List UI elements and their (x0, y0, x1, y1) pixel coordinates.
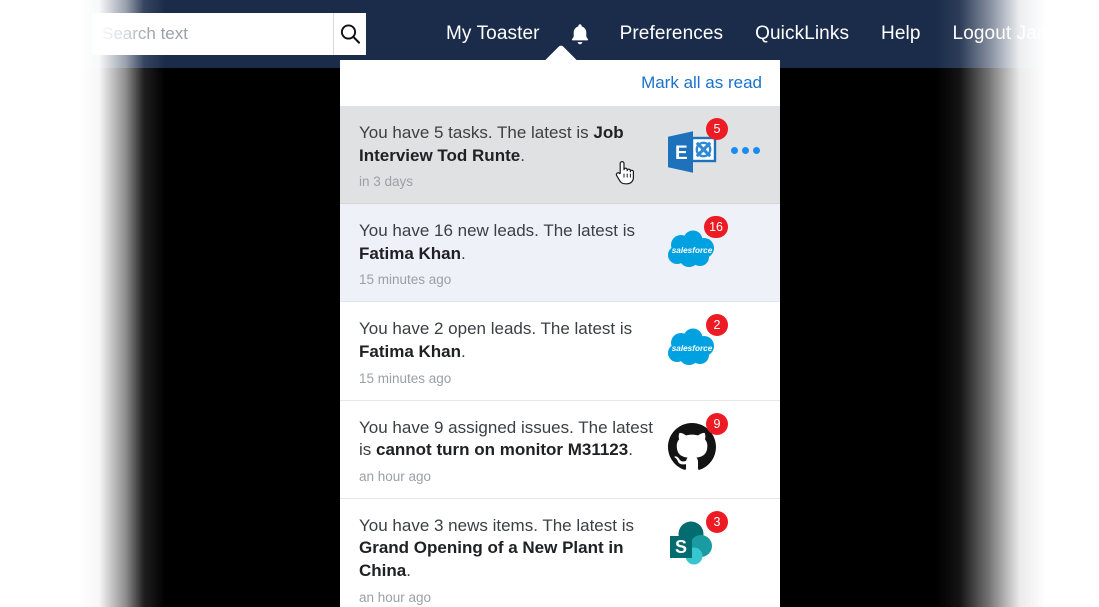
notification-timestamp: an hour ago (359, 468, 432, 484)
nav-quicklinks[interactable]: QuickLinks (739, 0, 865, 68)
notification-item[interactable]: You have 9 assigned issues. The latest i… (340, 400, 780, 499)
notification-timestamp: in 3 days (359, 174, 414, 190)
dot-icon (742, 147, 749, 154)
notification-item[interactable]: You have 5 tasks. The latest is Job Inte… (340, 106, 780, 205)
search-input[interactable] (92, 13, 333, 55)
notification-lead: You have 5 tasks. The latest is (359, 123, 594, 142)
notification-trail: . (461, 342, 466, 362)
notification-message: You have 3 news items. The latest is Gra… (359, 515, 654, 583)
notification-text: You have 2 open leads. The latest is Fat… (359, 318, 664, 385)
dot-icon (731, 147, 738, 154)
notification-text: You have 5 tasks. The latest is Job Inte… (359, 122, 664, 189)
notification-meta: salesforce 2 (664, 314, 762, 376)
search-icon (340, 24, 361, 44)
notification-text: You have 16 new leads. The latest is Fat… (359, 220, 664, 287)
top-navigation-bar: My Toaster Preferences QuickLinks Help L… (0, 0, 1099, 68)
notification-meta: S 3 (664, 510, 762, 573)
notification-meta: salesforce 16 (664, 216, 762, 278)
notification-subject: Fatima Khan (359, 342, 462, 362)
notification-item[interactable]: You have 3 news items. The latest is Gra… (340, 498, 780, 607)
app-icon-container: E 5 (664, 118, 728, 180)
search-button[interactable] (333, 13, 366, 55)
app-icon-container: 9 (664, 412, 728, 475)
right-edge-fade (859, 0, 1099, 607)
app-icon-container: S 3 (664, 510, 728, 573)
notification-count-badge: 2 (706, 314, 728, 337)
notification-count-badge: 9 (706, 412, 728, 435)
screen: My Toaster Preferences QuickLinks Help L… (0, 0, 1099, 607)
notifications-dropdown-panel: Mark all as read You have 5 tasks. The l… (340, 60, 780, 607)
nav-my-toaster[interactable]: My Toaster (430, 0, 556, 68)
notification-text: You have 3 news items. The latest is Gra… (359, 515, 664, 605)
notification-timestamp: 15 minutes ago (359, 272, 452, 288)
notification-meta: E 5 (664, 118, 762, 180)
notification-lead: You have 3 news items. The latest is (359, 515, 634, 535)
notification-trail: . (406, 561, 411, 581)
svg-text:S: S (675, 537, 687, 557)
notification-item[interactable]: You have 16 new leads. The latest is Fat… (340, 204, 780, 303)
notification-trail: . (520, 145, 525, 165)
notification-timestamp: 15 minutes ago (359, 370, 452, 386)
svg-text:salesforce: salesforce (672, 344, 713, 353)
notification-timestamp: an hour ago (359, 589, 432, 605)
app-icon-container: salesforce 16 (664, 216, 728, 278)
nav-preferences[interactable]: Preferences (604, 0, 740, 68)
notification-item[interactable]: You have 2 open leads. The latest is Fat… (340, 302, 780, 401)
notification-message: You have 2 open leads. The latest is Fat… (359, 318, 654, 363)
notification-message: You have 9 assigned issues. The latest i… (359, 417, 654, 462)
svg-text:E: E (675, 143, 688, 164)
notification-message: You have 5 tasks. The latest is Job Inte… (359, 122, 654, 167)
mark-all-as-read-link[interactable]: Mark all as read (641, 73, 762, 93)
notification-count-badge: 3 (706, 510, 728, 533)
notification-message: You have 16 new leads. The latest is Fat… (359, 220, 654, 265)
nav-links: My Toaster Preferences QuickLinks Help L… (430, 0, 1099, 68)
bell-icon (571, 24, 588, 45)
notification-subject: cannot turn on monitor M31123 (376, 440, 629, 460)
notification-meta: 9 (664, 412, 762, 475)
notifications-bell-button[interactable] (556, 0, 604, 68)
notification-count-badge: 16 (704, 216, 728, 239)
nav-logout[interactable]: Logout James C (937, 0, 1099, 68)
notification-count-badge: 5 (706, 118, 728, 140)
left-edge-fade (0, 0, 300, 607)
dot-icon (753, 147, 760, 154)
search-box[interactable] (92, 13, 366, 55)
notification-trail: . (461, 243, 466, 263)
app-icon-container: salesforce 2 (664, 314, 728, 376)
notification-lead: You have 2 open leads. The latest is (359, 319, 633, 339)
svg-text:salesforce: salesforce (672, 246, 713, 255)
notification-trail: . (628, 440, 633, 460)
notification-lead: You have 16 new leads. The latest is (359, 221, 635, 241)
notification-text: You have 9 assigned issues. The latest i… (359, 417, 664, 484)
notifications-panel-header: Mark all as read (340, 60, 780, 106)
nav-help[interactable]: Help (865, 0, 936, 68)
more-options-button[interactable] (731, 147, 760, 154)
notification-subject: Fatima Khan (359, 243, 462, 263)
notification-subject: Grand Opening of a New Plant in China (359, 538, 624, 581)
